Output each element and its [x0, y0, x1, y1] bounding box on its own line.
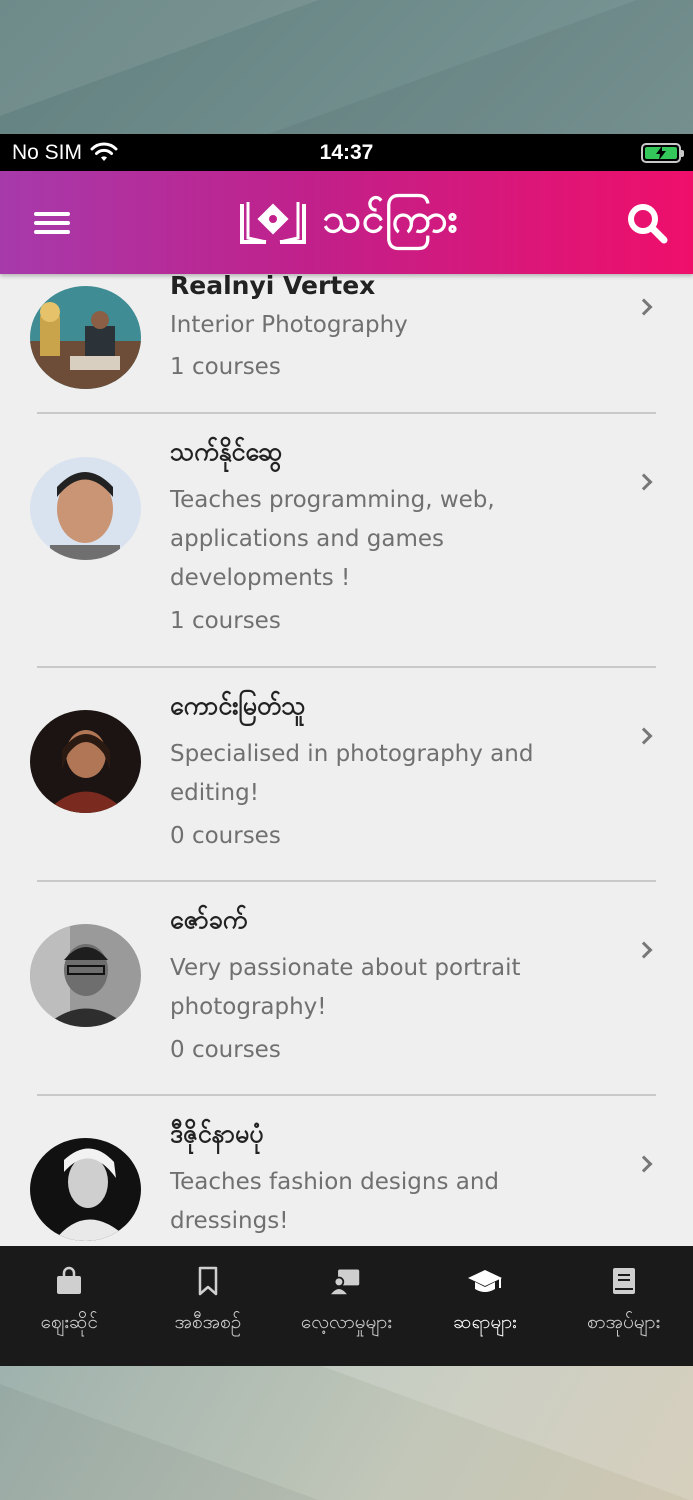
book-logo-icon	[240, 201, 307, 244]
search-icon[interactable]	[625, 201, 669, 245]
shopping-bag-icon	[57, 1266, 82, 1294]
teacher-description: Specialised in photography and editing!	[170, 741, 534, 806]
avatar	[30, 286, 141, 389]
tab-shop[interactable]: ဈေးဆိုင်	[0, 1246, 139, 1366]
menu-button[interactable]	[34, 209, 70, 237]
teacher-row[interactable]: Realnyi Vertex Interior Photography 1 co…	[30, 274, 656, 414]
teacher-description: Teaches programming, web, applications a…	[170, 487, 495, 591]
tab-label: ဆရာများ	[453, 1311, 517, 1333]
graduation-cap-icon	[468, 1270, 503, 1292]
avatar	[30, 457, 141, 560]
teacher-row[interactable]: ဇော်ခက် Very passionate about portrait p…	[30, 882, 656, 1096]
teacher-row[interactable]: ဒီဇိုင်နာမပုံ Teaches fashion designs an…	[30, 1096, 656, 1246]
teacher-list: Realnyi Vertex Interior Photography 1 co…	[0, 274, 693, 1246]
book-icon	[612, 1268, 635, 1294]
avatar	[30, 924, 141, 1027]
chevron-right-icon	[635, 727, 653, 745]
teacher-name: ဒီဇိုင်နာမပုံ	[170, 1119, 264, 1148]
course-count: 0 courses	[170, 823, 281, 849]
avatar	[30, 1138, 141, 1241]
teacher-name: ဇော်ခက်	[170, 905, 248, 934]
menu-icon-bar	[34, 220, 70, 225]
avatar	[30, 710, 141, 813]
teacher-description: Interior Photography	[170, 312, 408, 338]
menu-icon-bar	[34, 211, 70, 216]
app-header: သင်ကြား	[0, 171, 693, 274]
chevron-right-icon	[635, 941, 653, 959]
wallpaper-top	[0, 0, 693, 134]
teacher-name: သက်နိုင်ဆွေ	[170, 437, 283, 466]
menu-icon-bar	[34, 229, 70, 234]
teacher-name: Realnyi Vertex	[170, 274, 376, 300]
teacher-description: Teaches fashion designs and dressings!	[170, 1169, 500, 1234]
app-title: သင်ကြား	[322, 196, 459, 242]
teacher-name: ကောင်းမြတ်သူ	[170, 691, 306, 720]
charging-bolt-icon	[656, 145, 666, 160]
app-logo: သင်ကြား	[236, 193, 458, 252]
tab-books[interactable]: စာအုပ်များ	[554, 1246, 693, 1366]
tab-studies[interactable]: လေ့လာမှုများ	[277, 1246, 416, 1366]
teacher-description: Very passionate about portrait photograp…	[170, 955, 521, 1020]
course-count: 1 courses	[170, 354, 281, 380]
course-count: 1 courses	[170, 608, 281, 634]
course-count: 0 courses	[170, 1037, 281, 1063]
chevron-right-icon	[635, 298, 653, 316]
carrier-label: No SIM	[12, 140, 83, 164]
teacher-row[interactable]: ကောင်းမြတ်သူ Specialised in photography …	[30, 668, 656, 882]
chevron-right-icon	[635, 1155, 653, 1173]
teacher-row[interactable]: သက်နိုင်ဆွေ Teaches programming, web, ap…	[30, 414, 656, 668]
tab-label: လေ့လာမှုများ	[300, 1311, 393, 1333]
bottom-tab-bar: ဈေးဆိုင် အစီအစဥ် လေ့လာမှုများ ဆရာများ စာ…	[0, 1246, 693, 1366]
tab-teachers[interactable]: ဆရာများ	[416, 1246, 555, 1366]
wifi-icon	[90, 142, 118, 161]
app-window: No SIM 14:37 သင်ကြား Realnyi Vertex Inte…	[0, 134, 693, 1366]
tab-label: ဈေးဆိုင်	[40, 1311, 99, 1333]
wallpaper-bottom	[0, 1366, 693, 1500]
bookmark-icon	[198, 1266, 218, 1296]
tab-label: အစီအစဥ်	[174, 1311, 242, 1333]
tab-schedule[interactable]: အစီအစဥ်	[139, 1246, 278, 1366]
screen-user-icon	[331, 1269, 360, 1295]
chevron-right-icon	[635, 473, 653, 491]
status-bar: No SIM 14:37	[0, 134, 693, 171]
battery-icon	[641, 142, 684, 163]
tab-label: စာအုပ်များ	[587, 1311, 661, 1333]
